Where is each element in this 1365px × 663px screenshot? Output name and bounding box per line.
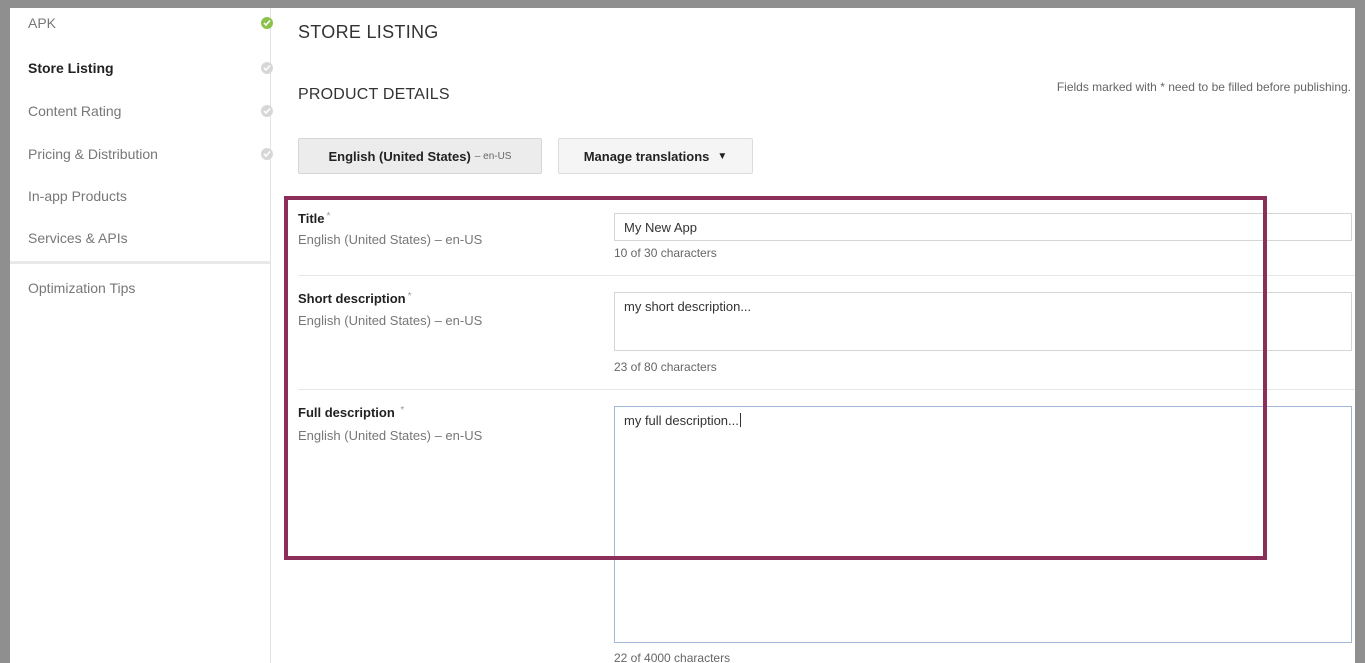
page-title: STORE LISTING (298, 22, 439, 42)
short-description-language: English (United States) – en-US (298, 313, 483, 328)
manage-translations-button[interactable]: Manage translations ▼ (558, 138, 753, 174)
sidebar-divider (10, 261, 270, 264)
sidebar-item-services-apis[interactable]: Services & APIs (28, 223, 270, 253)
sidebar-item-pricing-distribution[interactable]: Pricing & Distribution (28, 139, 273, 169)
required-mark: * (407, 291, 412, 302)
sidebar-item-store-listing[interactable]: Store Listing (28, 53, 273, 83)
title-char-count: 10 of 30 characters (614, 246, 717, 260)
title-language: English (United States) – en-US (298, 232, 483, 247)
required-mark: * (400, 405, 405, 416)
row-divider (298, 275, 1355, 276)
full-description-language: English (United States) – en-US (298, 428, 483, 443)
field-label-text: Full description (298, 405, 395, 420)
full-description-label: Full description * (298, 405, 404, 420)
sidebar-item-label: Content Rating (28, 103, 122, 119)
language-code: – en-US (474, 150, 512, 162)
short-description-label: Short description * (298, 291, 412, 306)
required-mark: * (326, 211, 331, 222)
row-divider (298, 389, 1355, 390)
main-content: STORE LISTING PRODUCT DETAILS Fields mar… (271, 8, 1355, 663)
full-description-char-count: 22 of 4000 characters (614, 651, 731, 663)
short-description-input[interactable]: my short description... (614, 292, 1352, 351)
language-button[interactable]: English (United States) – en-US (298, 138, 542, 174)
section-title: PRODUCT DETAILS (298, 86, 450, 103)
short-description-input-value: my short description... (624, 299, 752, 314)
sidebar-item-apk[interactable]: APK (28, 8, 273, 38)
title-input-value: My New App (624, 220, 697, 235)
short-description-char-count: 23 of 80 characters (614, 360, 717, 374)
sidebar-item-label: Pricing & Distribution (28, 146, 158, 162)
sidebar-item-optimization-tips[interactable]: Optimization Tips (28, 273, 270, 303)
full-description-input[interactable]: my full description... (614, 406, 1352, 643)
language-label: English (United States) (328, 148, 471, 164)
sidebar-item-in-app-products[interactable]: In-app Products (28, 181, 270, 211)
sidebar-item-label: In-app Products (28, 188, 127, 204)
sidebar-item-label: APK (28, 15, 57, 31)
sidebar-item-label: Services & APIs (28, 230, 128, 246)
title-input[interactable]: My New App (614, 213, 1352, 241)
sidebar: APK Store Listing Content Rating Pricing… (10, 8, 273, 663)
field-label-text: Short description (298, 291, 406, 306)
caret-down-icon: ▼ (717, 150, 728, 162)
title-label: Title * (298, 211, 330, 226)
field-label-text: Title (298, 211, 325, 226)
sidebar-item-label: Store Listing (28, 60, 114, 76)
text-cursor (739, 413, 741, 427)
app-window: APK Store Listing Content Rating Pricing… (10, 8, 1355, 663)
required-fields-note: Fields marked with * need to be filled b… (1056, 80, 1351, 94)
full-description-input-value: my full description... (624, 413, 739, 428)
sidebar-item-content-rating[interactable]: Content Rating (28, 96, 273, 126)
manage-translations-label: Manage translations (583, 148, 710, 164)
sidebar-item-label: Optimization Tips (28, 280, 136, 296)
